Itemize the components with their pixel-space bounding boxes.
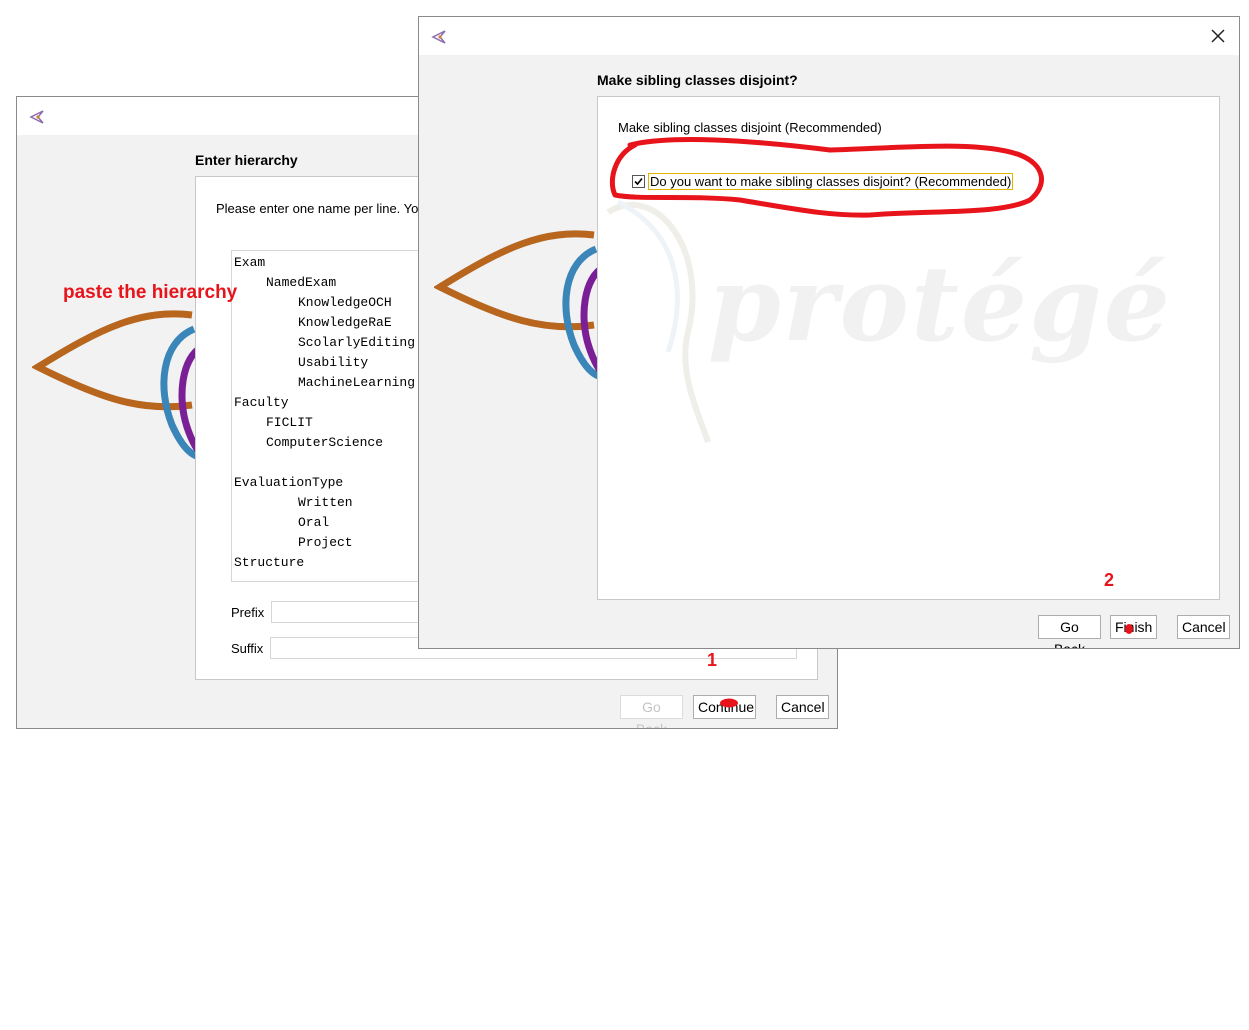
hierarchy-line: ScolarlyEditing [298, 335, 416, 350]
hierarchy-line: Structure [234, 555, 305, 570]
hierarchy-line: EvaluationType [234, 475, 344, 490]
dialog-heading: Make sibling classes disjoint? [597, 72, 798, 88]
protege-app-icon [431, 29, 447, 45]
red-circle-annotation [609, 137, 1044, 218]
cancel-button[interactable]: Cancel [776, 695, 829, 719]
paste-hierarchy-annotation: paste the hierarchy [63, 282, 238, 303]
hierarchy-line: Exam [234, 255, 266, 270]
hierarchy-line: Usability [298, 355, 369, 370]
go-back-button[interactable]: Go Back [620, 695, 683, 728]
step-1-annotation: 1 [707, 650, 718, 670]
dialog-heading: Enter hierarchy [195, 152, 298, 168]
close-icon[interactable] [1207, 25, 1229, 47]
hierarchy-line: ComputerScience [266, 435, 384, 450]
protege-logo-right [434, 230, 604, 381]
hierarchy-line: KnowledgeOCH [298, 295, 392, 310]
dialog-titlebar [419, 17, 1239, 55]
hierarchy-line: Project [298, 535, 353, 550]
prefix-label: Prefix [231, 605, 265, 620]
go-back-button[interactable]: Go Back [1038, 615, 1101, 648]
hierarchy-line: MachineLearning [298, 375, 416, 390]
hierarchy-line: Written [298, 495, 353, 510]
finish-click-mark [1125, 624, 1133, 634]
protege-app-icon [29, 109, 45, 125]
hierarchy-line: KnowledgeRaE [298, 315, 392, 330]
suffix-label: Suffix [231, 641, 264, 656]
step-2-annotation: 2 [1104, 570, 1115, 590]
protege-logo-left [32, 310, 202, 461]
disjoint-classes-dialog: Make sibling classes disjoint? protégé M… [418, 16, 1240, 649]
continue-click-mark [720, 698, 738, 708]
hierarchy-line: NamedExam [266, 275, 337, 290]
hierarchy-line: FICLIT [266, 415, 313, 430]
hierarchy-line: Oral [298, 515, 330, 530]
instruction-text: Please enter one name per line. Yo [216, 201, 419, 216]
hierarchy-line: Faculty [234, 395, 289, 410]
cancel-button[interactable]: Cancel [1177, 615, 1230, 639]
protege-watermark: protégé [708, 242, 1172, 365]
